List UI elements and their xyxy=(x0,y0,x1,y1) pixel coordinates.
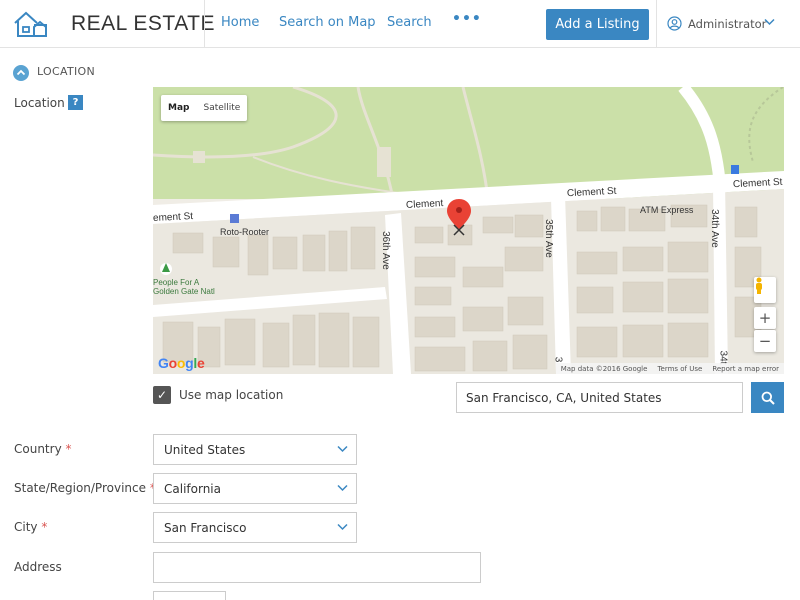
city-label: City * xyxy=(14,520,48,534)
location-label: Location xyxy=(14,96,65,110)
collapse-section-icon[interactable] xyxy=(13,65,29,81)
country-value: United States xyxy=(164,442,246,457)
user-icon xyxy=(667,16,682,31)
more-menu-button[interactable]: ••• xyxy=(452,11,482,27)
country-label: Country * xyxy=(14,442,72,456)
house-logo-icon[interactable] xyxy=(12,9,50,39)
state-select[interactable]: California xyxy=(153,473,357,504)
map-type-toggle[interactable]: Map Satellite xyxy=(161,95,248,121)
chevron-down-icon xyxy=(337,484,348,492)
nav-home[interactable]: Home xyxy=(221,15,259,30)
city-value: San Francisco xyxy=(164,520,247,535)
street-label: ement St xyxy=(153,210,194,225)
location-map[interactable]: Clement Clement St ement St Clement St 3… xyxy=(153,87,784,374)
address-input[interactable] xyxy=(153,552,481,583)
map-attribution: Map data ©2016 Google Terms of Use Repor… xyxy=(555,363,784,374)
chevron-down-icon xyxy=(337,445,348,453)
location-search-input[interactable] xyxy=(456,382,743,413)
street-label: 3 xyxy=(552,356,564,363)
state-value: California xyxy=(164,481,221,496)
poi-label: Roto-Rooter xyxy=(220,227,270,237)
divider xyxy=(204,0,205,48)
chevron-down-icon[interactable] xyxy=(764,18,775,26)
poi-label: ATM Express xyxy=(640,205,694,215)
city-select[interactable]: San Francisco xyxy=(153,512,357,543)
section-title[interactable]: LOCATION xyxy=(37,65,95,78)
street-label: 34th Ave xyxy=(708,209,720,248)
state-label: State/Region/Province * xyxy=(14,481,156,495)
map-type-satellite[interactable]: Satellite xyxy=(196,95,247,121)
transit-icon xyxy=(731,165,739,174)
zoom-out-button[interactable]: − xyxy=(754,330,776,352)
divider xyxy=(656,0,657,48)
poi-label: People For A xyxy=(153,278,200,287)
zoom-in-button[interactable]: + xyxy=(754,307,776,329)
location-search-button[interactable] xyxy=(751,382,784,413)
help-icon[interactable]: ? xyxy=(68,95,83,110)
terms-link[interactable]: Terms of Use xyxy=(652,365,707,373)
user-menu[interactable]: Administrator xyxy=(667,16,766,31)
pegman-icon[interactable] xyxy=(754,277,776,303)
map-data-text: Map data ©2016 Google xyxy=(560,364,648,373)
street-label: Clement xyxy=(405,198,444,211)
use-map-location-checkbox[interactable]: ✓ xyxy=(153,386,171,404)
brand-title[interactable]: REAL ESTATE xyxy=(71,12,215,36)
street-label: 36th Ave xyxy=(379,231,391,270)
street-label: 35th Ave xyxy=(542,219,554,258)
google-logo[interactable]: Google xyxy=(158,355,205,371)
add-listing-button[interactable]: Add a Listing xyxy=(546,9,649,40)
address-label: Address xyxy=(14,560,62,574)
top-header: REAL ESTATE Home Search on Map Search ••… xyxy=(0,0,800,48)
chevron-down-icon xyxy=(337,523,348,531)
nav-search-on-map[interactable]: Search on Map xyxy=(279,15,376,30)
next-field-input[interactable] xyxy=(153,591,226,600)
poi-icon xyxy=(230,214,239,223)
poi-label: Golden Gate Natl xyxy=(153,287,215,296)
use-map-location-label[interactable]: Use map location xyxy=(179,388,283,402)
map-type-map[interactable]: Map xyxy=(161,95,196,121)
user-name: Administrator xyxy=(688,16,767,31)
nav-search[interactable]: Search xyxy=(387,15,432,30)
country-select[interactable]: United States xyxy=(153,434,357,465)
report-error-link[interactable]: Report a map error xyxy=(707,365,784,373)
search-icon xyxy=(761,391,775,405)
